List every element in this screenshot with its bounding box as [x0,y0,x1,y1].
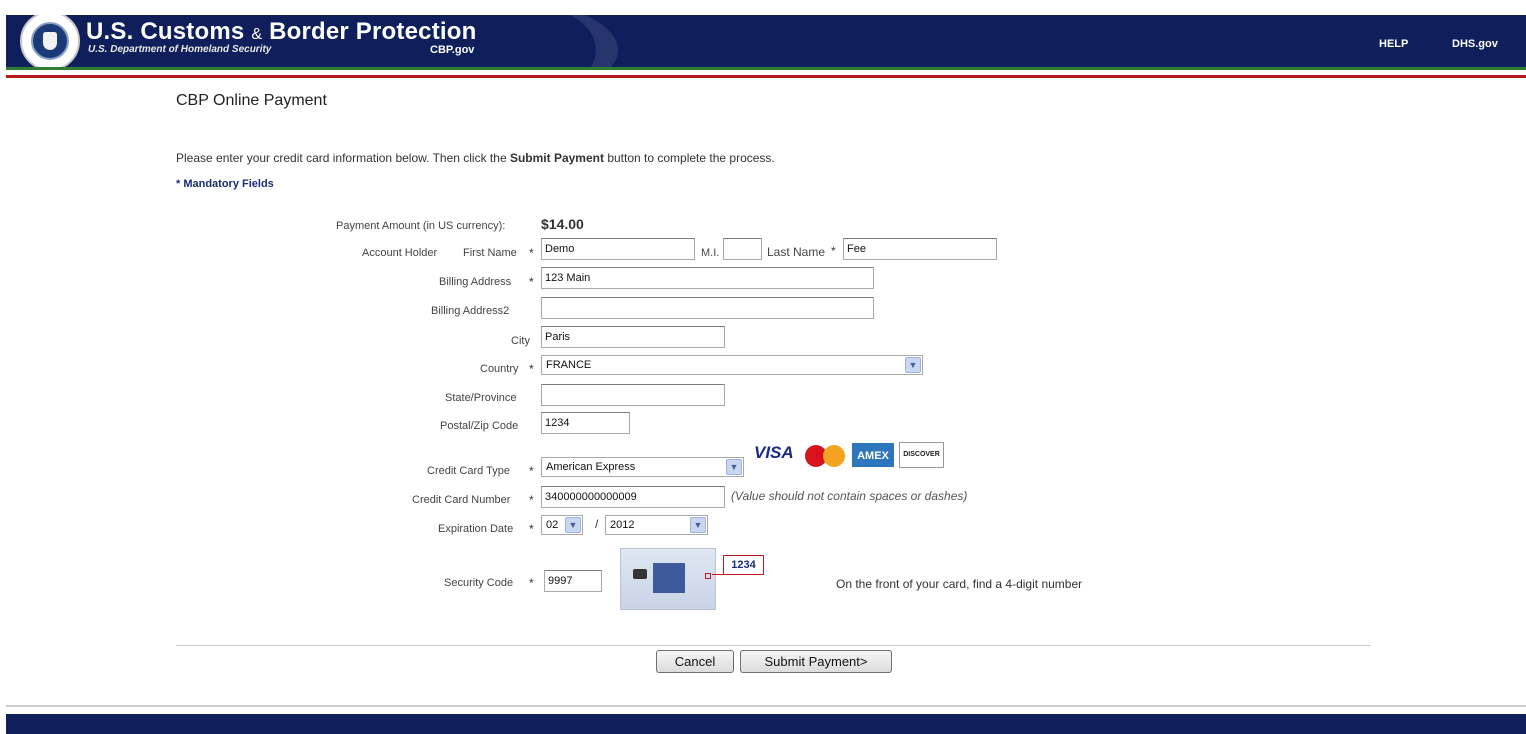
card-type-select[interactable]: American Express ▼ [541,457,744,477]
brand-title: U.S. Customs & Border Protection [86,18,477,46]
chevron-down-icon[interactable]: ▼ [565,517,581,533]
card-chip-icon [633,569,647,579]
payment-amount-value: $14.00 [541,216,584,232]
header-red-stripe [6,75,1526,78]
postal-code-input[interactable]: 1234 [541,412,630,434]
chevron-down-icon[interactable]: ▼ [905,357,921,373]
card-type-label: Credit Card Type [427,465,510,477]
billing-address-input[interactable]: 123 Main [541,267,874,289]
billing-address2-label: Billing Address2 [431,305,510,317]
required-marker: * [831,244,836,258]
required-marker: * [529,246,534,260]
payment-amount-label: Payment Amount (in US currency): [336,220,506,232]
required-marker: * [529,275,534,289]
security-code-hint: On the front of your card, find a 4-digi… [836,577,1083,591]
mastercard-orange-circle [823,445,845,467]
eagle-icon [43,32,57,50]
country-select-value: FRANCE [546,359,592,371]
header-green-stripe [6,67,1526,70]
mandatory-fields-note: * Mandatory Fields [176,178,274,190]
dhs-seal-icon [20,15,80,67]
cancel-button[interactable]: Cancel [656,650,734,673]
mi-input[interactable] [723,238,762,260]
visa-logo-icon: VISA [754,443,794,462]
state-province-input[interactable] [541,384,725,406]
required-marker: * [529,522,534,536]
card-number-input[interactable]: 340000000000009 [541,486,725,508]
submit-payment-button[interactable]: Submit Payment> [740,650,892,673]
first-name-label: First Name [463,247,517,259]
last-name-input[interactable]: Fee [843,238,997,260]
form-divider [176,645,1371,646]
mi-label: M.I. [701,247,720,259]
required-marker: * [529,576,534,590]
expiration-date-label: Expiration Date [438,523,514,535]
page-title: CBP Online Payment [176,92,327,109]
security-code-label: Security Code [444,577,514,589]
brand-title-part2: Border Protection [269,18,477,45]
country-label: Country [480,363,519,375]
instructions-after: button to complete the process. [603,151,775,165]
amex-logo-icon: AMEX [851,442,895,468]
postal-code-label: Postal/Zip Code [440,420,519,432]
mastercard-logo-icon [803,442,847,468]
dhs-gov-link[interactable]: DHS.gov [1452,38,1498,50]
card-number-hint: (Value should not contain spaces or dash… [731,489,968,503]
exp-separator: / [595,517,599,531]
brand-title-part1: U.S. Customs [86,18,245,45]
brand-domain: CBP.gov [430,44,475,56]
exp-month-select[interactable]: 02 ▼ [541,515,583,535]
required-marker: * [529,464,534,478]
seal-inner-icon [31,22,69,60]
site-header: U.S. Customs & Border Protection U.S. De… [6,15,1526,67]
exp-year-select[interactable]: 2012 ▼ [605,515,708,535]
city-input[interactable]: Paris [541,326,725,348]
brand-amp: & [251,26,263,43]
brand-subtitle: U.S. Department of Homeland Security [88,44,272,55]
card-number-label: Credit Card Number [412,494,511,506]
security-code-marker [705,573,711,579]
card-type-select-value: American Express [546,461,636,473]
exp-month-value: 02 [546,519,559,531]
billing-address-label: Billing Address [439,276,512,288]
chevron-down-icon[interactable]: ▼ [726,459,742,475]
first-name-input[interactable]: Demo [541,238,695,260]
state-province-label: State/Province [445,392,517,404]
instructions-bold: Submit Payment [509,151,604,165]
instructions-text: Please enter your credit card informatio… [176,151,775,165]
exp-year-value: 2012 [610,519,635,531]
footer-divider [6,705,1526,707]
card-photo-icon [653,563,685,593]
security-code-input[interactable]: 9997 [544,570,602,592]
security-code-sample: 1234 [723,555,764,575]
help-link[interactable]: HELP [1379,38,1408,50]
site-footer [6,714,1526,734]
instructions-before: Please enter your credit card informatio… [176,151,510,165]
billing-address2-input[interactable] [541,297,874,319]
chevron-down-icon[interactable]: ▼ [690,517,706,533]
card-front-image [620,548,716,610]
discover-logo-icon: DISCOVER [899,442,944,468]
account-holder-label: Account Holder [362,247,438,259]
last-name-label: Last Name [767,245,826,259]
required-marker: * [529,362,534,376]
city-label: City [511,335,530,347]
required-marker: * [529,493,534,507]
country-select[interactable]: FRANCE ▼ [541,355,923,375]
